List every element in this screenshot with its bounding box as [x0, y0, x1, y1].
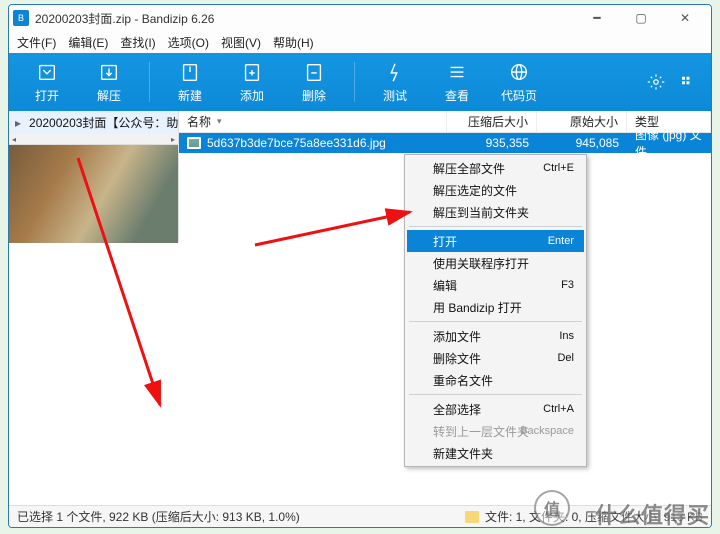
menu-options[interactable]: 选项(O)	[168, 34, 209, 51]
watermark-badge: 值	[534, 490, 570, 526]
ctx-rename[interactable]: 重命名文件	[407, 369, 584, 391]
col-name[interactable]: 名称	[179, 111, 447, 132]
overflow-icon[interactable]	[679, 73, 697, 91]
ctx-go-up: 转到上一层文件夹Backspace	[407, 420, 584, 442]
toolbar-codepage-label: 代码页	[501, 87, 537, 104]
gear-icon[interactable]	[647, 73, 665, 91]
file-row[interactable]: 5d637b3de7bce75a8ee331d6.jpg 935,355 945…	[179, 133, 711, 153]
context-menu: 解压全部文件Ctrl+E 解压选定的文件 解压到当前文件夹 打开Enter 使用…	[404, 154, 587, 467]
preview-pane	[9, 144, 179, 242]
toolbar-test-label: 测试	[383, 87, 407, 104]
menu-view[interactable]: 视图(V)	[221, 34, 261, 51]
maximize-button[interactable]: ▢	[619, 5, 663, 31]
ctx-extract-all[interactable]: 解压全部文件Ctrl+E	[407, 157, 584, 179]
minimize-button[interactable]: ━	[575, 5, 619, 31]
ctx-open-assoc[interactable]: 使用关联程序打开	[407, 252, 584, 274]
toolbar-new[interactable]: 新建	[160, 56, 220, 108]
toolbar-delete-label: 删除	[302, 87, 326, 104]
toolbar-open[interactable]: 打开	[17, 56, 77, 108]
file-original-size: 945,085	[537, 136, 627, 150]
watermark-text: 什么值得买	[595, 498, 710, 530]
toolbar-extract[interactable]: 解压	[79, 56, 139, 108]
toolbar-extract-label: 解压	[97, 87, 121, 104]
tree-root-label: 20200203封面【公众号：助手	[29, 114, 178, 131]
menu-help[interactable]: 帮助(H)	[273, 34, 314, 51]
toolbar-view[interactable]: 查看	[427, 56, 487, 108]
new-archive-icon	[179, 61, 201, 83]
toolbar-add[interactable]: 添加	[222, 56, 282, 108]
list-view-icon	[446, 61, 468, 83]
menu-file[interactable]: 文件(F)	[17, 34, 56, 51]
ctx-select-all[interactable]: 全部选择Ctrl+A	[407, 398, 584, 420]
menubar: 文件(F) 编辑(E) 查找(I) 选项(O) 视图(V) 帮助(H)	[9, 31, 711, 53]
folder-open-icon	[36, 61, 58, 83]
ctx-new-folder[interactable]: 新建文件夹	[407, 442, 584, 464]
status-left: 已选择 1 个文件, 922 KB (压缩后大小: 913 KB, 1.0%)	[17, 508, 300, 525]
ctx-add-file[interactable]: 添加文件Ins	[407, 325, 584, 347]
globe-icon	[508, 61, 530, 83]
delete-icon	[303, 61, 325, 83]
toolbar-codepage[interactable]: 代码页	[489, 56, 549, 108]
toolbar-test[interactable]: 测试	[365, 56, 425, 108]
tree-h-scrollbar[interactable]: ◂▸	[9, 134, 178, 144]
menu-edit[interactable]: 编辑(E)	[68, 34, 108, 51]
image-file-icon	[187, 137, 201, 149]
app-icon: B	[13, 10, 29, 26]
ctx-open-bandizip[interactable]: 用 Bandizip 打开	[407, 296, 584, 318]
app-title: .zip - Bandizip 6.26	[112, 12, 214, 26]
tree-root-item[interactable]: ▸ 20200203封面【公众号：助手	[9, 111, 178, 134]
close-button[interactable]: ✕	[663, 5, 707, 31]
add-file-icon	[241, 61, 263, 83]
toolbar-open-label: 打开	[35, 87, 59, 104]
archive-name: 20200203封面	[35, 12, 112, 26]
folder-icon	[465, 511, 479, 523]
file-compressed-size: 935,355	[447, 136, 537, 150]
titlebar: B 20200203封面.zip - Bandizip 6.26 ━ ▢ ✕	[9, 5, 711, 31]
extract-icon	[98, 61, 120, 83]
folder-tree: ▸ 20200203封面【公众号：助手 ◂▸	[9, 111, 179, 144]
test-icon	[384, 61, 406, 83]
ctx-open[interactable]: 打开Enter	[407, 230, 584, 252]
toolbar: 打开 解压 新建 添加 删除 测试 查看 代码页	[9, 53, 711, 111]
menu-find[interactable]: 查找(I)	[120, 34, 155, 51]
preview-image	[9, 145, 178, 243]
ctx-delete-file[interactable]: 删除文件Del	[407, 347, 584, 369]
toolbar-add-label: 添加	[240, 87, 264, 104]
toolbar-delete[interactable]: 删除	[284, 56, 344, 108]
ctx-extract-selected[interactable]: 解压选定的文件	[407, 179, 584, 201]
toolbar-view-label: 查看	[445, 87, 469, 104]
ctx-edit[interactable]: 编辑F3	[407, 274, 584, 296]
file-name: 5d637b3de7bce75a8ee331d6.jpg	[207, 136, 386, 150]
col-compressed[interactable]: 压缩后大小	[447, 111, 537, 132]
ctx-extract-here[interactable]: 解压到当前文件夹	[407, 201, 584, 223]
toolbar-new-label: 新建	[178, 87, 202, 104]
col-original[interactable]: 原始大小	[537, 111, 627, 132]
